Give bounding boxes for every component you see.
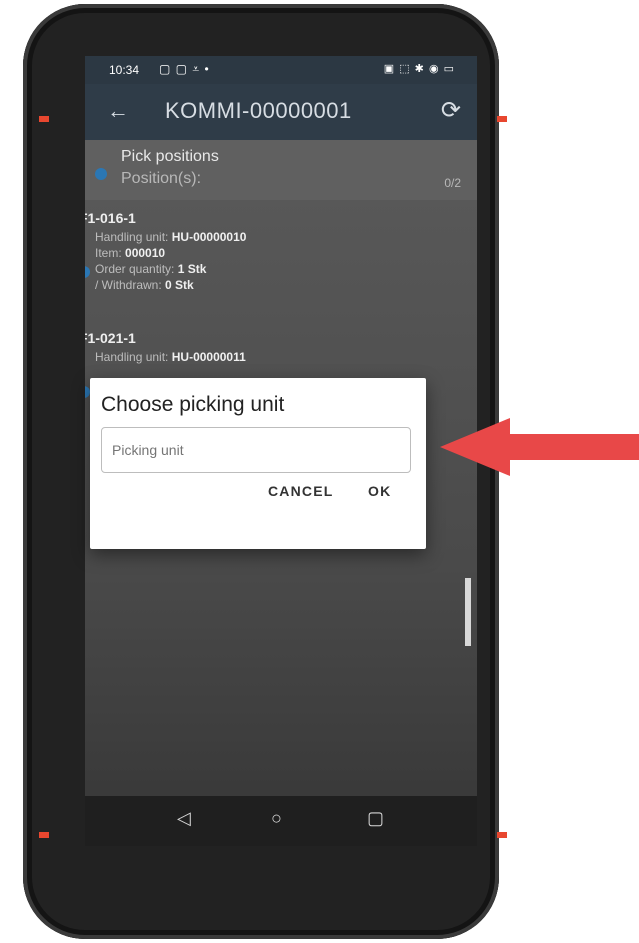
pick-positions-title: Pick positions xyxy=(121,148,219,165)
handling-unit-line: Handling unit: HU-00000010 xyxy=(95,230,246,244)
android-nav-bar: ◁ ○ ▢ xyxy=(85,796,477,846)
withdrawn-label: / Withdrawn: xyxy=(95,278,162,292)
page-title: KOMMI-00000001 xyxy=(165,98,352,123)
status-dot-icon xyxy=(85,266,90,278)
ok-button[interactable]: OK xyxy=(368,483,391,499)
frame-accent xyxy=(497,116,507,122)
item-value: 000010 xyxy=(125,246,166,260)
order-quantity-line: Order quantity: 1 Stk xyxy=(95,262,206,276)
withdrawn-value: 0 Stk xyxy=(165,278,194,292)
handling-unit-label: Handling unit: xyxy=(95,230,169,244)
status-time: 10:34 xyxy=(109,63,140,77)
back-arrow-icon[interactable]: ← xyxy=(107,98,129,124)
notification-icons: ▢ ▢ ⩡ • xyxy=(159,62,210,76)
dialog-title: Choose picking unit xyxy=(101,393,285,416)
position-location: F1-016-1 xyxy=(85,210,136,226)
sync-icon[interactable]: ⟳ xyxy=(441,96,461,125)
positions-count: 0/2 xyxy=(444,176,461,190)
order-quantity-label: Order quantity: xyxy=(95,262,175,276)
pick-positions-header[interactable]: Pick positions Position(s): 0/2 xyxy=(85,140,477,200)
status-bar: 10:34 ▢ ▢ ⩡ • ▣ ⬚ ✱ ◉ ▭ xyxy=(85,56,477,84)
frame-accent xyxy=(39,116,49,122)
nav-back-icon[interactable]: ◁ xyxy=(177,808,191,829)
handling-unit-value: HU-00000010 xyxy=(171,230,247,244)
list-item[interactable]: F1-016-1 Handling unit: HU-00000010 Item… xyxy=(85,210,477,320)
order-quantity-value: 1 Stk xyxy=(177,262,207,276)
item-label: Item: xyxy=(95,246,122,260)
handling-unit-label: Handling unit: xyxy=(95,350,169,364)
handling-unit-value: HU-00000011 xyxy=(171,350,246,364)
pointer-arrow-icon xyxy=(440,418,639,476)
picking-unit-field[interactable] xyxy=(101,427,411,473)
app-bar: ← KOMMI-00000001 ⟳ xyxy=(85,84,477,140)
picking-unit-input[interactable] xyxy=(102,428,392,472)
item-line: Item: 000010 xyxy=(95,246,165,260)
choose-picking-unit-dialog: Choose picking unit CANCEL OK xyxy=(90,378,426,549)
positions-label: Position(s): xyxy=(121,170,202,187)
nav-home-icon[interactable]: ○ xyxy=(271,808,282,829)
position-location: F1-021-1 xyxy=(85,330,136,346)
scrollbar[interactable] xyxy=(465,578,471,646)
frame-accent xyxy=(497,832,507,838)
withdrawn-line: / Withdrawn: 0 Stk xyxy=(95,278,194,292)
cancel-button[interactable]: CANCEL xyxy=(268,483,334,499)
frame-accent xyxy=(39,832,49,838)
nav-recents-icon[interactable]: ▢ xyxy=(367,808,384,829)
system-status-icons: ▣ ⬚ ✱ ◉ ▭ xyxy=(383,63,455,75)
handling-unit-line: Handling unit: HU-00000011 xyxy=(95,350,246,364)
status-dot-icon xyxy=(95,168,107,180)
